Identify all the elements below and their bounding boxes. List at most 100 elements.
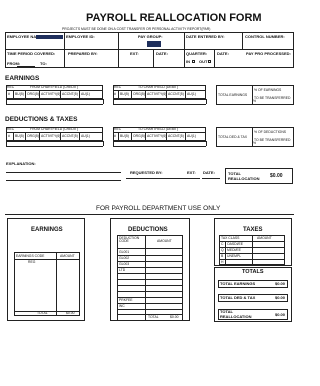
- explanation-line-2[interactable]: [6, 180, 121, 181]
- in-checkbox[interactable]: [192, 60, 195, 63]
- earnings-to-col-au: AU(1): [187, 92, 196, 96]
- deductions-from-col-au: AU(1): [81, 134, 90, 138]
- deductions-from-col-activity: ACTIVITY(6): [41, 134, 61, 138]
- earnings-from-col-activity: ACTIVITY(6): [41, 92, 61, 96]
- payroll-dept-title: FOR PAYROLL DEPARTMENT USE ONLY: [96, 205, 221, 212]
- earnings-transfer-label: TO BE TRANSFERRED: [254, 96, 291, 100]
- pd-total-realloc-value: $0.00: [275, 312, 286, 317]
- deductions-rec-label: REC: [7, 127, 15, 131]
- pd-tax-code-c: C: [221, 242, 224, 246]
- employee-id-label: EMPLOYEE ID:: [66, 34, 95, 39]
- requested-ext-label: EXT:: [187, 170, 196, 175]
- pd-ded-row-prkfee: PRKFEE: [119, 298, 133, 302]
- pd-earnings-total-value: $0.00: [66, 311, 75, 315]
- earnings-to-rec-label: REC: [114, 85, 122, 89]
- pd-tax-label-unempl: UNEMPL: [227, 254, 242, 258]
- pd-tax-amount-label: AMOUNT: [257, 236, 272, 240]
- deductions-to-col-num: #: [114, 134, 116, 138]
- total-realloc-value: $0.00: [270, 173, 283, 179]
- pd-taxes-title: TAXES: [243, 227, 263, 233]
- pd-deductions-title: DEDUCTIONS: [128, 227, 168, 233]
- earnings-title: EARNINGS: [5, 75, 40, 82]
- deductions-from-col-bu: BU(5): [15, 134, 24, 138]
- time-period-label: TIME PERIOD COVERED:: [7, 51, 56, 56]
- pd-ded-row-wc: WC: [119, 304, 125, 308]
- earnings-rec-label: REC: [7, 85, 15, 89]
- out-checkbox[interactable]: [208, 60, 211, 63]
- pay-group-field[interactable]: [147, 41, 161, 47]
- earnings-to-col-num: #: [114, 92, 116, 96]
- pd-deduction-code-label: DEDUCTION CODE: [119, 236, 140, 244]
- total-earnings-label: TOTAL EARNINGS: [218, 93, 248, 97]
- earnings-from-label: FROM CHARTFIELD (CREDIT): [30, 85, 78, 89]
- deductions-from-label: FROM CHARTFIELD (CREDIT): [30, 127, 78, 131]
- total-ded-tax-label: TOTAL DED & TAX: [218, 135, 248, 139]
- control-number-label: CONTROL NUMBER:: [245, 34, 285, 39]
- pay-group-label: PAY GROUP:: [138, 34, 163, 39]
- deductions-to-col-org: ORG(5): [133, 134, 145, 138]
- earnings-to-label: TO CHARTFIELD (DEBIT): [138, 85, 179, 89]
- date-label: DATE:: [156, 51, 168, 56]
- earnings-to-col-org: ORG(5): [133, 92, 145, 96]
- deductions-from-col-org: ORG(5): [27, 134, 39, 138]
- pd-total-ded-tax-value: $0.00: [275, 295, 286, 300]
- employee-id-field[interactable]: [66, 40, 116, 48]
- deductions-from-col-accnt: ACCNT(5): [62, 134, 78, 138]
- pd-ded-row-gl001: GL001: [119, 250, 130, 254]
- pd-ded-row-gl002: GL002: [119, 256, 130, 260]
- earnings-from-col-num: #: [8, 92, 10, 96]
- prepared-by-label: PREPARED BY:: [68, 51, 98, 56]
- form-title: PAYROLL REALLOCATION FORM: [86, 12, 262, 24]
- pd-total-earnings-value: $0.00: [275, 281, 286, 286]
- earnings-from-col-au: AU(1): [81, 92, 90, 96]
- earnings-from-col-bu: BU(5): [15, 92, 24, 96]
- deductions-to-col-au: AU(1): [187, 134, 196, 138]
- earnings-to-col-accnt: ACCNT(5): [168, 92, 184, 96]
- earnings-from-col-accnt: ACCNT(5): [62, 92, 78, 96]
- earnings-from-col-org: ORG(5): [27, 92, 39, 96]
- quarter-label: QUARTER:: [186, 51, 208, 56]
- pd-ded-total-value: $0.00: [170, 315, 179, 319]
- pd-earnings-table: [14, 252, 80, 316]
- earnings-pct-label: % OF EARNINGS: [254, 88, 282, 92]
- pd-earnings-amount-label: AMOUNT: [60, 254, 75, 258]
- earnings-to-col-bu: BU(5): [120, 92, 129, 96]
- explanation-line-1[interactable]: [6, 172, 121, 173]
- earnings-percent-sign: %: [253, 99, 257, 103]
- ext-label: EXT:: [130, 51, 139, 56]
- employee-name-field[interactable]: [36, 35, 63, 39]
- in-label: IN: [186, 59, 190, 64]
- pd-tax-code-q: Q: [221, 248, 224, 252]
- requested-by-label: REQUESTED BY:: [130, 170, 163, 175]
- total-realloc-label-2: REALLOCATION: [228, 176, 260, 181]
- pd-ded-row-ltd: LTD: [119, 268, 126, 272]
- pd-tax-code-b: B: [221, 254, 224, 258]
- pd-tax-label-oasdi: OASDI/EE: [227, 242, 244, 246]
- pd-ded-row-gl003: GL003: [119, 262, 130, 266]
- pd-tax-class-label: TAX CLASS: [221, 236, 240, 240]
- pay-pro-processed-label: PAY PRO PROCESSED:: [246, 51, 291, 56]
- deductions-transfer-label: TO BE TRANSFERRED: [254, 138, 291, 142]
- pd-totals-title: TOTALS: [242, 269, 264, 275]
- pd-total-realloc-label-2: REALLOCATION: [220, 314, 252, 319]
- deductions-title: DEDUCTIONS & TAXES: [5, 116, 78, 123]
- deductions-to-col-accnt: ACCNT(5): [168, 134, 184, 138]
- date2-label: DATE:: [217, 51, 229, 56]
- pd-total-ded-tax-label: TOTAL DED & TAX: [220, 295, 256, 300]
- pd-earnings-reg: REG: [28, 260, 36, 264]
- form-subtitle: PROJECTS MUST BE DONE ON A COST TRANSFER…: [62, 27, 211, 31]
- pd-total-earnings-label: TOTAL EARNINGS: [220, 281, 256, 286]
- requested-date-label: DATE:: [203, 170, 215, 175]
- deductions-to-rec-label: REC: [114, 127, 122, 131]
- deductions-to-label: TO CHARTFIELD (DEBIT): [138, 127, 179, 131]
- earnings-to-col-activity: ACTIVITY(6): [147, 92, 167, 96]
- date-entered-label: DATE ENTERED BY:: [186, 34, 225, 39]
- pd-ded-amount-label: AMOUNT: [157, 239, 172, 243]
- out-label: OUT: [199, 59, 208, 64]
- to-label: TO:: [40, 61, 47, 66]
- pd-earnings-code-label: EARNINGS CODE: [16, 254, 45, 258]
- deductions-to-col-activity: ACTIVITY(6): [147, 134, 167, 138]
- deductions-to-col-bu: BU(5): [120, 134, 129, 138]
- pd-ded-total-label: TOTAL: [148, 315, 159, 319]
- pd-earnings-title: EARNINGS: [31, 227, 63, 233]
